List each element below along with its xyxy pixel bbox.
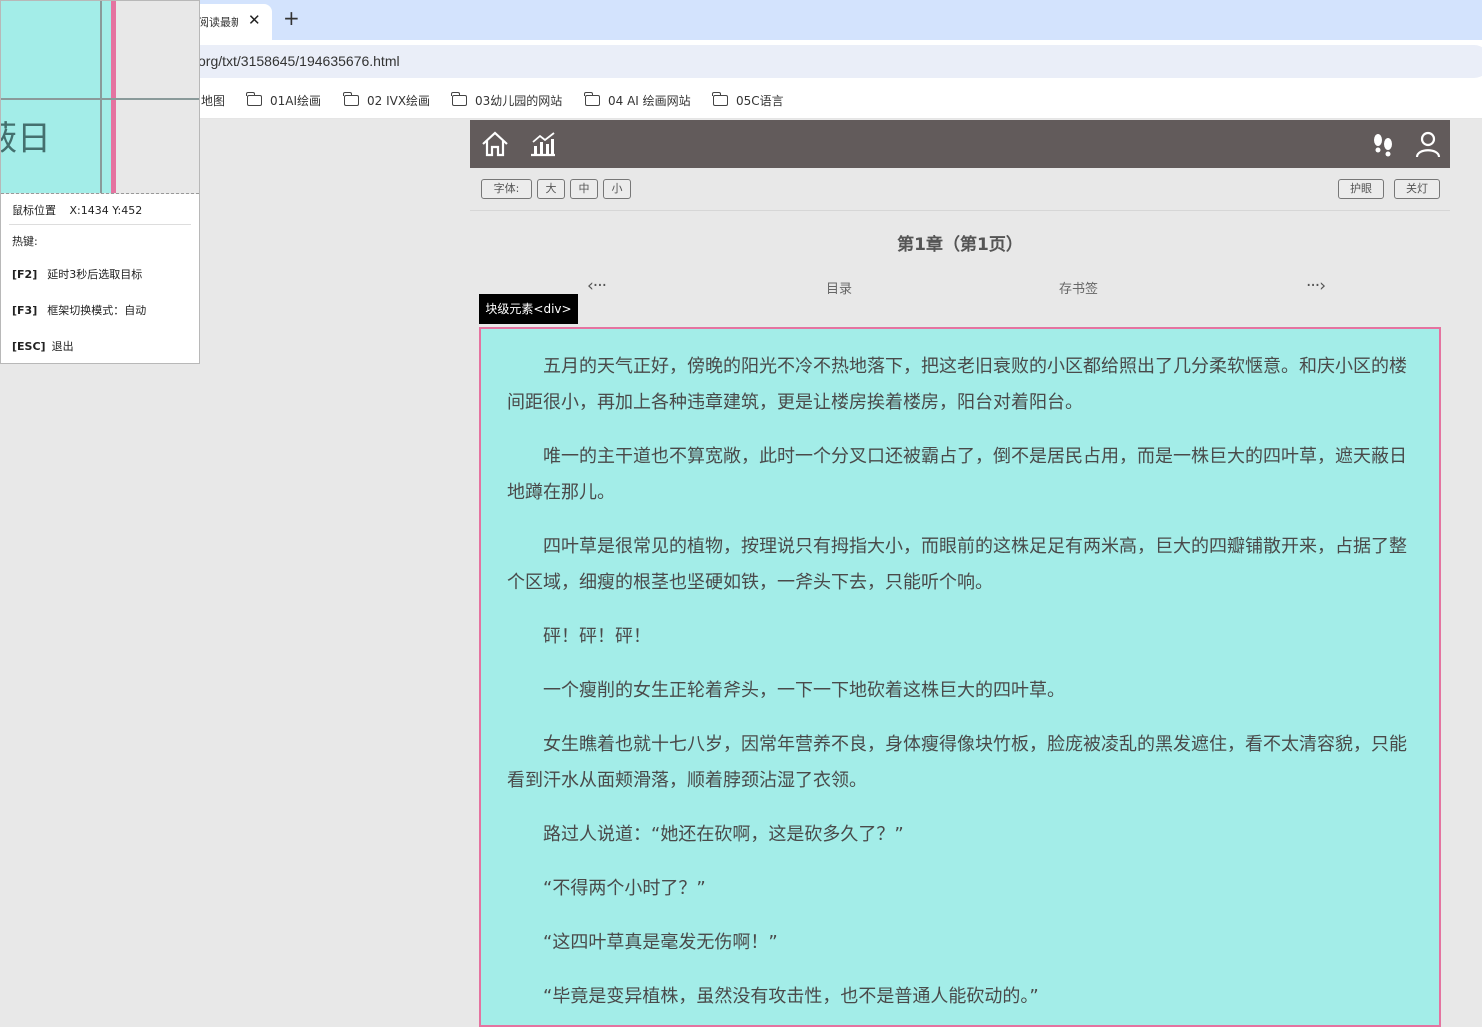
tab-close-button[interactable]: ✕: [248, 11, 261, 29]
content-paragraph: 路过人说道：“她还在砍啊，这是砍多久了？”: [543, 824, 904, 845]
bookmark-folder-kindergarten[interactable]: 03幼儿园的网站: [451, 92, 563, 109]
home-icon[interactable]: [480, 129, 510, 159]
save-bookmark-link[interactable]: 存书签: [1059, 278, 1098, 297]
font-large-button[interactable]: 大: [537, 179, 565, 199]
mouse-position-row: 鼠标位置 X:1434 Y:452: [12, 202, 142, 218]
bookmark-folder-ivx-drawing[interactable]: 02 IVX绘画: [343, 92, 431, 109]
tab-bar: 阅读最新 ✕ +: [0, 0, 1482, 40]
font-small-button[interactable]: 小: [603, 179, 631, 199]
element-type-tag: 块级元素<div>: [479, 294, 578, 324]
bookmark-folder-c-language[interactable]: 05C语言: [712, 92, 784, 109]
hotkey-row-esc: [ESC] 退出: [12, 338, 74, 354]
bookmark-label: 05C语言: [736, 94, 784, 108]
bookmark-label: 04 AI 绘画网站: [608, 94, 691, 108]
hotkey-desc: 延时3秒后选取目标: [47, 268, 143, 281]
magnifier-view: 蔽日: [1, 1, 199, 194]
folder-icon: [451, 92, 467, 106]
bookmark-folder-ai-drawing[interactable]: 01AI绘画: [246, 92, 322, 109]
next-page-button[interactable]: ···›: [1306, 276, 1326, 296]
user-icon[interactable]: [1413, 129, 1443, 159]
mouse-position-label: 鼠标位置: [12, 204, 56, 217]
hotkeys-label: 热键:: [12, 235, 38, 248]
content-paragraph: 四叶草是很常见的植物，按理说只有拇指大小，而眼前的这株足足有两米高，巨大的四瓣铺…: [507, 536, 1407, 593]
hotkey-row-f3: [F3] 框架切换模式：自动: [12, 302, 146, 318]
folder-icon: [712, 92, 728, 106]
hotkey-row-f2: [F2] 延时3秒后选取目标: [12, 266, 142, 282]
eye-care-button[interactable]: 护眼: [1338, 179, 1384, 199]
new-tab-button[interactable]: +: [283, 6, 300, 30]
content-paragraph: “这四叶草真是毫发无伤啊！”: [543, 932, 778, 953]
magnifier-text: 蔽日: [1, 119, 51, 159]
toc-link[interactable]: 目录: [826, 278, 852, 297]
hotkey-key: [ESC]: [12, 340, 46, 353]
url-field[interactable]: org/txt/3158645/194635676.html: [150, 45, 1482, 78]
hotkey-key: [F2]: [12, 268, 38, 281]
prev-page-button[interactable]: ‹···: [587, 276, 607, 296]
hotkey-desc: 框架切换模式：自动: [47, 304, 147, 317]
folder-icon: [246, 92, 262, 106]
lights-off-button[interactable]: 关灯: [1394, 179, 1440, 199]
content-paragraph: 一个瘦削的女生正轮着斧头，一下一下地砍着这株巨大的四叶草。: [543, 680, 1065, 701]
bookmarks-bar: 地图 01AI绘画 02 IVX绘画 03幼儿园的网站 04 AI 绘画网站 0…: [0, 82, 1482, 119]
element-picker-panel: 蔽日 鼠标位置 X:1434 Y:452 热键: [F2] 延时3秒后选取目标 […: [0, 0, 200, 364]
bookmark-folder-ai-sites[interactable]: 04 AI 绘画网站: [584, 92, 691, 109]
content-paragraph: 五月的天气正好，傍晚的阳光不冷不热地落下，把这老旧衰败的小区都给照出了几分柔软惬…: [507, 356, 1407, 413]
font-size-label: 字体:: [481, 179, 532, 199]
chapter-title: 第1章（第1页）: [897, 235, 1023, 255]
url-text: org/txt/3158645/194635676.html: [198, 53, 400, 69]
address-bar: org/txt/3158645/194635676.html: [0, 40, 1482, 82]
hotkey-key: [F3]: [12, 304, 38, 317]
reader-toolbar: 字体: 大 中 小 护眼 关灯: [470, 168, 1450, 211]
bookmark-label: 02 IVX绘画: [367, 94, 431, 108]
content-paragraph: 唯一的主干道也不算宽敞，此时一个分叉口还被霸占了，倒不是居民占用，而是一株巨大的…: [507, 446, 1407, 503]
bookmark-label: 地图: [201, 94, 226, 108]
crosshair-horizontal: [1, 98, 199, 100]
crosshair-vertical: [100, 1, 102, 193]
content-paragraph: 女生瞧着也就十七八岁，因常年营养不良，身体瘦得像块竹板，脸庞被凌乱的黑发遮住，看…: [507, 734, 1407, 791]
bookmark-map[interactable]: 地图: [201, 92, 225, 109]
folder-icon: [584, 92, 600, 106]
footprints-icon[interactable]: [1368, 129, 1398, 159]
bookmark-label: 01AI绘画: [270, 94, 322, 108]
hotkey-desc: 退出: [51, 340, 74, 353]
content-paragraph: 砰！砰！砰！: [543, 626, 651, 647]
magnifier-content-area: [1, 1, 111, 193]
font-medium-button[interactable]: 中: [570, 179, 598, 199]
reader-header: [470, 120, 1450, 168]
chapter-content[interactable]: 五月的天气正好，傍晚的阳光不冷不热地落下，把这老旧衰败的小区都给照出了几分柔软惬…: [479, 327, 1441, 1027]
content-paragraph: “不得两个小时了？”: [543, 878, 706, 899]
tab-title: 阅读最新: [198, 16, 238, 29]
mouse-position-value: X:1434 Y:452: [69, 204, 143, 217]
magnifier-border: [111, 1, 116, 193]
chart-icon[interactable]: [528, 129, 558, 159]
divider: [9, 224, 191, 225]
bookmark-label: 03幼儿园的网站: [475, 94, 563, 108]
folder-icon: [343, 92, 359, 106]
